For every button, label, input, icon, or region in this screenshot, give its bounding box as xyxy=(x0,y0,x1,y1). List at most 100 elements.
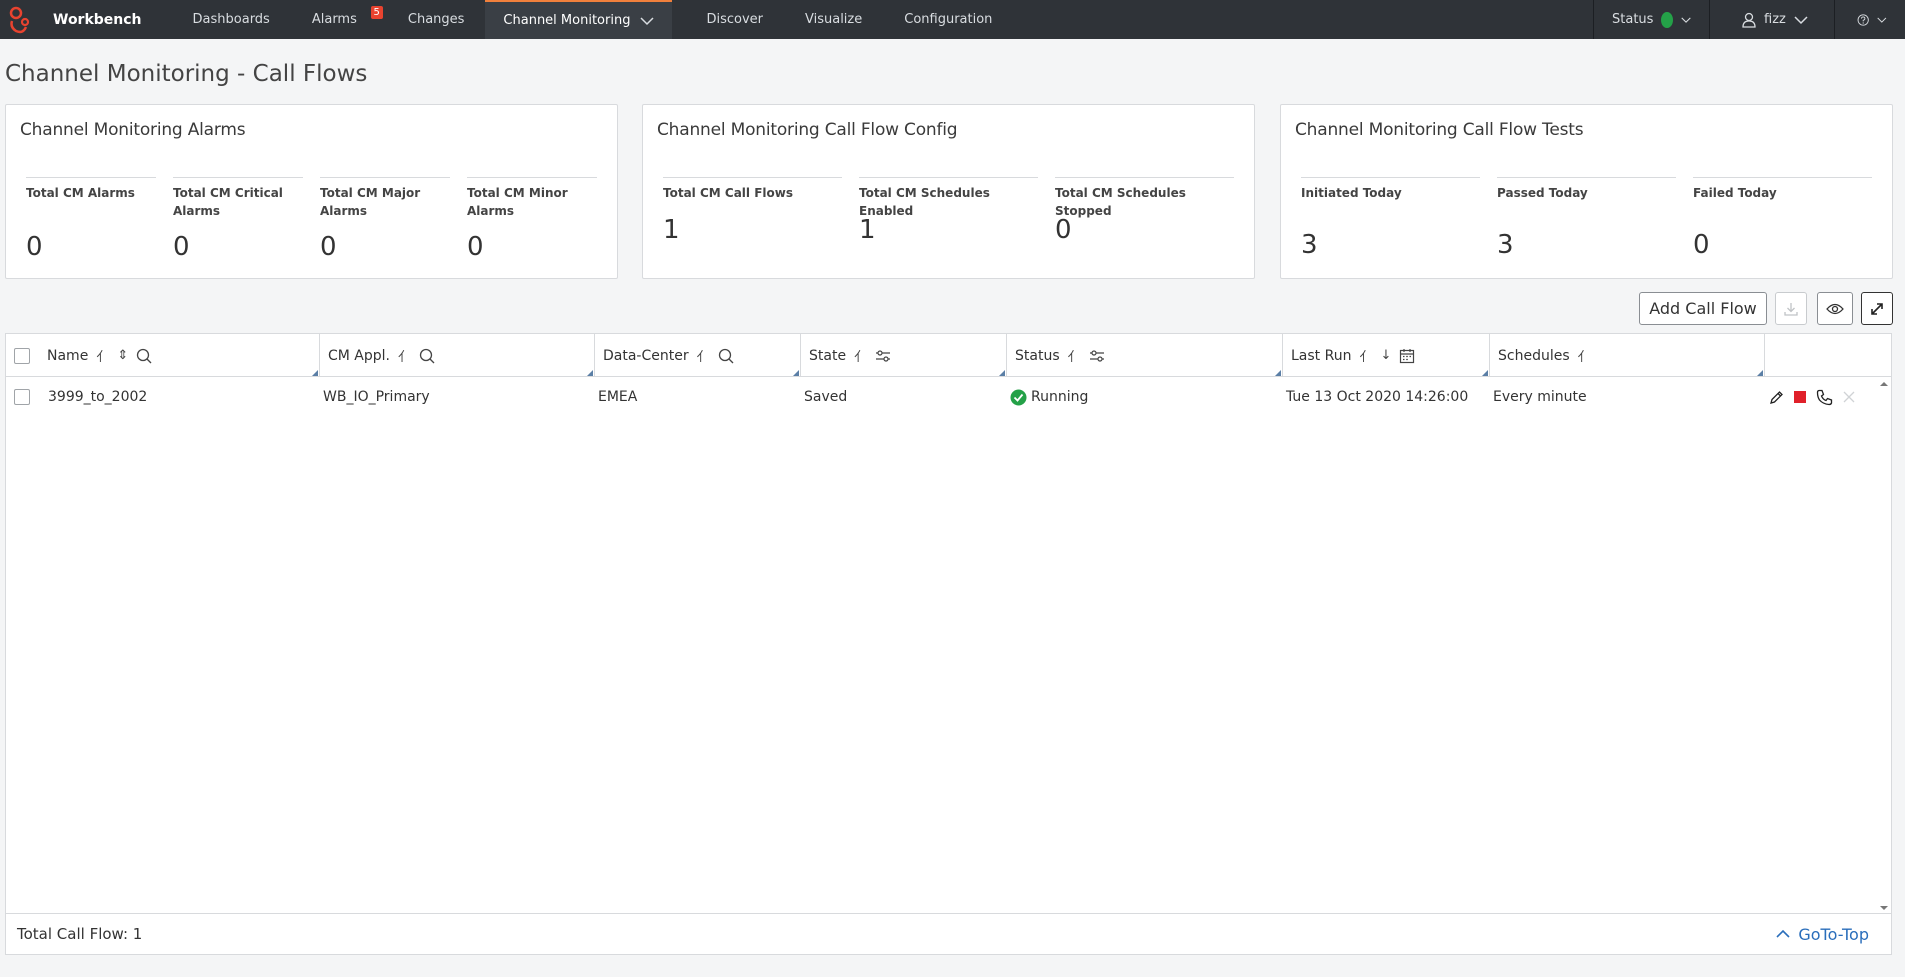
header-label: Data-Center xyxy=(603,347,689,364)
header-select-all xyxy=(6,334,39,377)
scroll-up-icon[interactable] xyxy=(1877,379,1891,389)
goto-top-link[interactable]: GoTo-Top xyxy=(1776,925,1869,944)
search-icon[interactable] xyxy=(718,348,734,364)
pin-icon[interactable]: ⺅ xyxy=(96,346,109,365)
metric-value: 0 xyxy=(1055,215,1072,245)
nav-label: Configuration xyxy=(904,12,993,27)
pin-icon[interactable]: ⺅ xyxy=(1359,346,1372,365)
pin-icon[interactable]: ⺅ xyxy=(398,346,411,365)
chevron-down-icon xyxy=(1877,17,1887,23)
help-menu[interactable] xyxy=(1834,0,1905,39)
user-name: fizz xyxy=(1764,12,1786,27)
header-cm-appl[interactable]: CM Appl. ⺅ xyxy=(320,334,595,377)
search-icon[interactable] xyxy=(419,348,435,364)
add-call-flow-button[interactable]: Add Call Flow xyxy=(1639,292,1767,325)
filter-icon[interactable] xyxy=(875,349,891,362)
table-row[interactable]: 3999_to_2002 WB_IO_Primary EMEA Saved Ru… xyxy=(6,377,1891,417)
calendar-icon[interactable] xyxy=(1399,348,1415,364)
metric-passed-today: Passed Today xyxy=(1497,177,1676,202)
sort-descending-icon[interactable]: ↓ xyxy=(1380,348,1391,363)
stop-icon[interactable] xyxy=(1794,391,1806,403)
status-text: Running xyxy=(1031,389,1089,405)
row-select xyxy=(14,377,30,417)
cell-schedules: Every minute xyxy=(1493,389,1587,405)
edit-icon[interactable] xyxy=(1769,390,1784,405)
header-label: Schedules xyxy=(1498,347,1570,364)
metric-major-alarms: Total CM Major Alarms xyxy=(320,177,450,220)
metric-label: Total CM Critical Alarms xyxy=(173,186,283,218)
nav-discover[interactable]: Discover xyxy=(672,0,784,39)
download-button[interactable] xyxy=(1775,292,1807,325)
fullscreen-button[interactable] xyxy=(1861,292,1893,325)
header-data-center[interactable]: Data-Center ⺅ xyxy=(595,334,801,377)
resize-handle[interactable] xyxy=(1757,370,1763,376)
row-actions xyxy=(1769,377,1855,417)
cell-last-run: Tue 13 Oct 2020 14:26:00 xyxy=(1286,389,1469,405)
metric-value: 3 xyxy=(1497,230,1514,260)
header-last-run[interactable]: Last Run ⺅ ↓ xyxy=(1283,334,1490,377)
pin-icon[interactable]: ⺅ xyxy=(854,346,867,365)
resize-handle[interactable] xyxy=(587,370,593,376)
nav-dashboards[interactable]: Dashboards xyxy=(172,0,291,39)
delete-icon[interactable] xyxy=(1843,391,1855,403)
user-menu[interactable]: fizz xyxy=(1709,0,1834,39)
scroll-down-icon[interactable] xyxy=(1877,903,1891,913)
metric-label: Total CM Schedules Enabled xyxy=(859,186,990,218)
metric-label: Passed Today xyxy=(1497,186,1588,200)
nav-configuration[interactable]: Configuration xyxy=(883,0,1013,39)
header-status[interactable]: Status ⺅ xyxy=(1007,334,1283,377)
cell-name: 3999_to_2002 xyxy=(48,389,148,405)
resize-handle[interactable] xyxy=(312,370,318,376)
header-label: CM Appl. xyxy=(328,347,390,364)
sort-icon[interactable]: ⇕ xyxy=(117,348,128,363)
header-name[interactable]: Name ⺅ ⇕ xyxy=(39,334,320,377)
search-icon[interactable] xyxy=(136,348,152,364)
header-label: Name xyxy=(47,347,89,364)
phone-icon[interactable] xyxy=(1816,389,1833,406)
genesys-logo-icon[interactable] xyxy=(0,0,40,39)
metric-label: Total CM Schedules Stopped xyxy=(1055,186,1186,218)
chevron-up-icon xyxy=(1776,929,1790,938)
filter-icon[interactable] xyxy=(1089,349,1105,362)
resize-handle[interactable] xyxy=(1275,370,1281,376)
view-columns-button[interactable] xyxy=(1817,292,1853,325)
nav-alarms[interactable]: Alarms 5 xyxy=(291,0,387,39)
status-menu[interactable]: Status xyxy=(1593,0,1709,39)
brand-name[interactable]: Workbench xyxy=(53,12,142,28)
nav-visualize[interactable]: Visualize xyxy=(784,0,883,39)
metric-value: 1 xyxy=(859,215,876,245)
card-call-flow-tests: Channel Monitoring Call Flow Tests Initi… xyxy=(1280,104,1893,279)
metric-schedules-stopped: Total CM Schedules Stopped xyxy=(1055,177,1234,220)
nav-channel-monitoring[interactable]: Channel Monitoring xyxy=(485,0,673,39)
metric-value: 3 xyxy=(1301,230,1318,260)
card-title: Channel Monitoring Alarms xyxy=(20,120,246,140)
status-label: Status xyxy=(1612,12,1654,27)
cell-status: Running xyxy=(1010,377,1088,417)
metric-label: Total CM Alarms xyxy=(26,186,135,200)
table-header: Name ⺅ ⇕ CM Appl. ⺅ Data-Center ⺅ State … xyxy=(6,334,1891,377)
resize-handle[interactable] xyxy=(999,370,1005,376)
header-label: Status xyxy=(1015,347,1060,364)
metric-value: 0 xyxy=(1693,230,1710,260)
select-all-checkbox[interactable] xyxy=(14,347,30,364)
resize-handle[interactable] xyxy=(793,370,799,376)
metric-value: 1 xyxy=(663,215,680,245)
call-flow-table: Name ⺅ ⇕ CM Appl. ⺅ Data-Center ⺅ State … xyxy=(5,333,1892,955)
metric-value: 0 xyxy=(26,232,43,262)
table-scrollbar[interactable] xyxy=(1877,377,1891,915)
pin-icon[interactable]: ⺅ xyxy=(697,346,710,365)
metric-total-alarms: Total CM Alarms xyxy=(26,177,156,202)
pin-icon[interactable]: ⺅ xyxy=(1578,346,1591,365)
header-schedules[interactable]: Schedules ⺅ xyxy=(1490,334,1765,377)
nav-label: Changes xyxy=(407,12,465,27)
pin-icon[interactable]: ⺅ xyxy=(1068,346,1081,365)
nav-changes[interactable]: Changes xyxy=(387,0,486,39)
header-label: Last Run xyxy=(1291,347,1352,364)
nav-label: Visualize xyxy=(805,12,863,27)
row-checkbox[interactable] xyxy=(14,389,30,405)
metric-label: Total CM Call Flows xyxy=(663,186,793,200)
header-state[interactable]: State ⺅ xyxy=(801,334,1007,377)
metric-schedules-enabled: Total CM Schedules Enabled xyxy=(859,177,1038,220)
metric-critical-alarms: Total CM Critical Alarms xyxy=(173,177,303,220)
resize-handle[interactable] xyxy=(1482,370,1488,376)
